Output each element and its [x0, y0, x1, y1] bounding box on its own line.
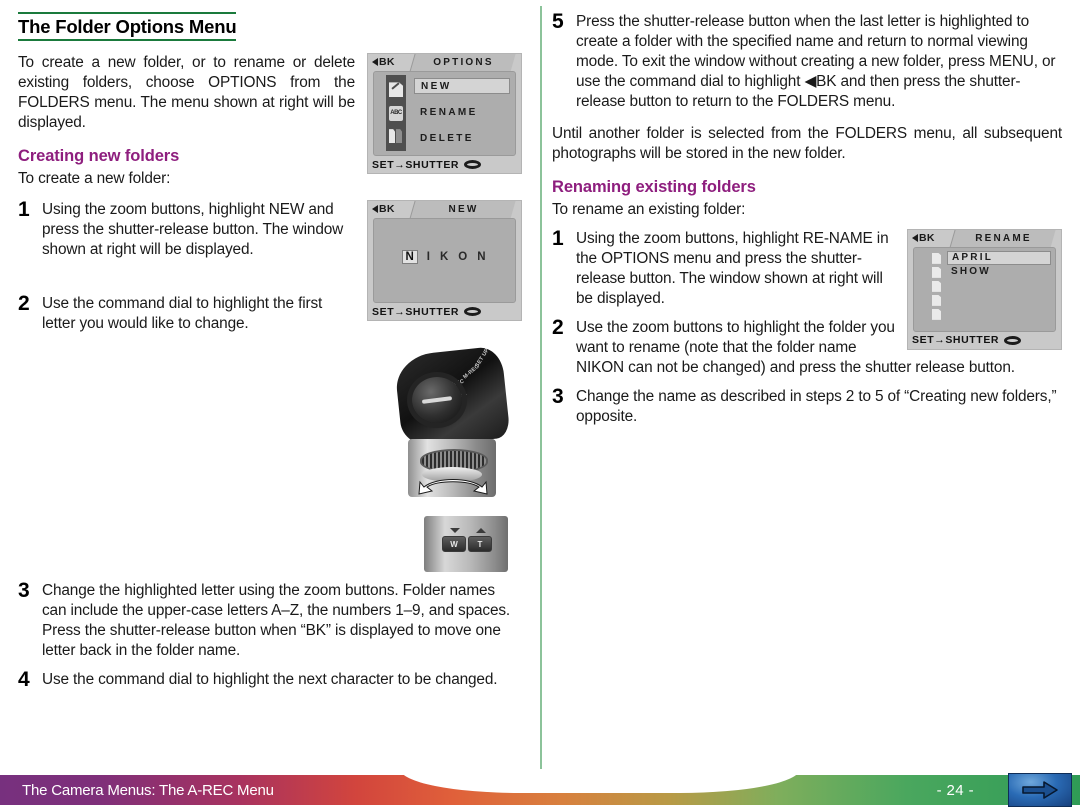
lcd-options-item-new-label: NEW	[421, 80, 452, 92]
page-number: - 24 -	[936, 782, 974, 799]
mode-dial-knob[interactable]	[412, 377, 462, 423]
right-step-2: 2 Use the zoom buttons to highlight the …	[552, 315, 1062, 378]
left-step-1: 1 Using the zoom buttons, highlight NEW …	[18, 198, 522, 260]
lcd-options-titlebar: BK OPTIONS	[368, 54, 521, 73]
left-step-1-text: Using the zoom buttons, highlight NEW an…	[42, 201, 344, 259]
left-step-2-number: 2	[18, 292, 30, 316]
right-step-3-text: Change the name as described in steps 2 …	[576, 388, 1057, 426]
lcd-options-icon-strip: ABC	[386, 75, 406, 152]
left-step-1-number: 1	[18, 198, 30, 222]
left-step-4-text: Use the command dial to highlight the ne…	[42, 671, 498, 689]
right-lead-in: To rename an existing folder:	[552, 200, 746, 218]
figure-command-dial-photo: SET UP M-REC A-REC PLAY	[390, 347, 512, 499]
tele-triangle-icon	[476, 528, 486, 533]
left-triangle-icon	[372, 58, 378, 67]
figure-lcd-options: BK OPTIONS ABC NEW RENAME DELETE SET→SHU…	[367, 53, 522, 175]
right-step-2-text: Use the zoom buttons to highlight the fo…	[576, 318, 1015, 377]
lcd-options-item-new[interactable]: NEW	[414, 78, 510, 95]
lcd-options-footer: SET→SHUTTER	[368, 156, 521, 174]
lcd-options-item-delete[interactable]: DELETE	[414, 130, 510, 146]
left-step-3-text: Change the highlighted letter using the …	[42, 582, 511, 660]
lcd-options-footer-label: SET→SHUTTER	[372, 158, 460, 171]
footer-notch-shape	[400, 769, 800, 793]
right-subheading: Renaming existing folders	[552, 178, 756, 197]
wide-triangle-icon	[450, 528, 460, 533]
lcd-options-body: ABC NEW RENAME DELETE	[373, 71, 516, 157]
lcd-options-item-rename-label: RENAME	[420, 106, 478, 118]
page-title: The Folder Options Menu	[18, 12, 237, 42]
lcd-options-back-label: BK	[379, 56, 395, 69]
lcd-options-tab-title: OPTIONS	[433, 57, 494, 69]
right-step-5-number: 5	[552, 10, 564, 33]
left-column: The Folder Options Menu BK OPTIONS ABC N…	[18, 12, 522, 699]
rotation-arrow-icon	[418, 479, 488, 495]
abc-rename-icon: ABC	[389, 105, 403, 121]
right-step-5: 5 Press the shutter-release button when …	[552, 10, 1062, 112]
command-dial-photo: SET UP M-REC A-REC PLAY	[390, 347, 512, 499]
left-step-3: 3 Change the highlighted letter using th…	[18, 579, 522, 661]
next-page-button[interactable]	[1008, 773, 1072, 807]
mode-label-mrec: M-REC	[462, 363, 481, 381]
lcd-options-back[interactable]: BK	[372, 56, 395, 68]
right-step-3: 3 Change the name as described in steps …	[552, 385, 1062, 427]
delete-folder-icon	[389, 129, 403, 144]
manual-page: The Folder Options Menu BK OPTIONS ABC N…	[0, 0, 1080, 809]
lcd-options-screen: BK OPTIONS ABC NEW RENAME DELETE SET→SHU…	[367, 53, 522, 175]
right-note-paragraph: Until another folder is selected from th…	[552, 125, 1062, 163]
right-column: 5 Press the shutter-release button when …	[552, 10, 1062, 436]
zoom-wide-button[interactable]: W	[442, 536, 466, 552]
zoom-tele-button[interactable]: T	[468, 536, 492, 552]
lcd-options-item-delete-label: DELETE	[420, 132, 474, 144]
right-step-1: 1 Using the zoom buttons, highlight RE-N…	[552, 226, 1062, 309]
new-folder-icon	[389, 82, 403, 98]
zoom-buttons-photo: W T	[416, 512, 516, 580]
footer-section-title: The Camera Menus: The A-REC Menu	[22, 782, 274, 799]
figure-zoom-buttons-photo: W T	[416, 512, 516, 580]
right-step-1-text: Using the zoom buttons, highlight RE-NAM…	[576, 229, 889, 307]
camera-back-plate: W T	[424, 516, 508, 572]
lens-barrel	[408, 439, 496, 497]
lcd-options-item-rename[interactable]: RENAME	[414, 104, 510, 120]
right-step-2-number: 2	[552, 315, 564, 339]
next-page-arrow-icon	[1022, 781, 1058, 799]
page-footer: The Camera Menus: The A-REC Menu - 24 -	[0, 769, 1080, 809]
left-step-3-number: 3	[18, 579, 30, 603]
left-step-4: 4 Use the command dial to highlight the …	[18, 668, 522, 692]
right-step-1-number: 1	[552, 226, 564, 250]
left-step-2: 2 Use the command dial to highlight the …	[18, 292, 522, 334]
shutter-button-icon	[464, 160, 482, 170]
right-step-5-text: Press the shutter-release button when th…	[576, 13, 1056, 111]
dial-slot-icon	[421, 396, 453, 404]
right-step-3-number: 3	[552, 385, 564, 409]
column-divider	[540, 6, 542, 770]
left-step-2-text: Use the command dial to highlight the fi…	[42, 295, 323, 333]
left-step-4-number: 4	[18, 668, 30, 692]
